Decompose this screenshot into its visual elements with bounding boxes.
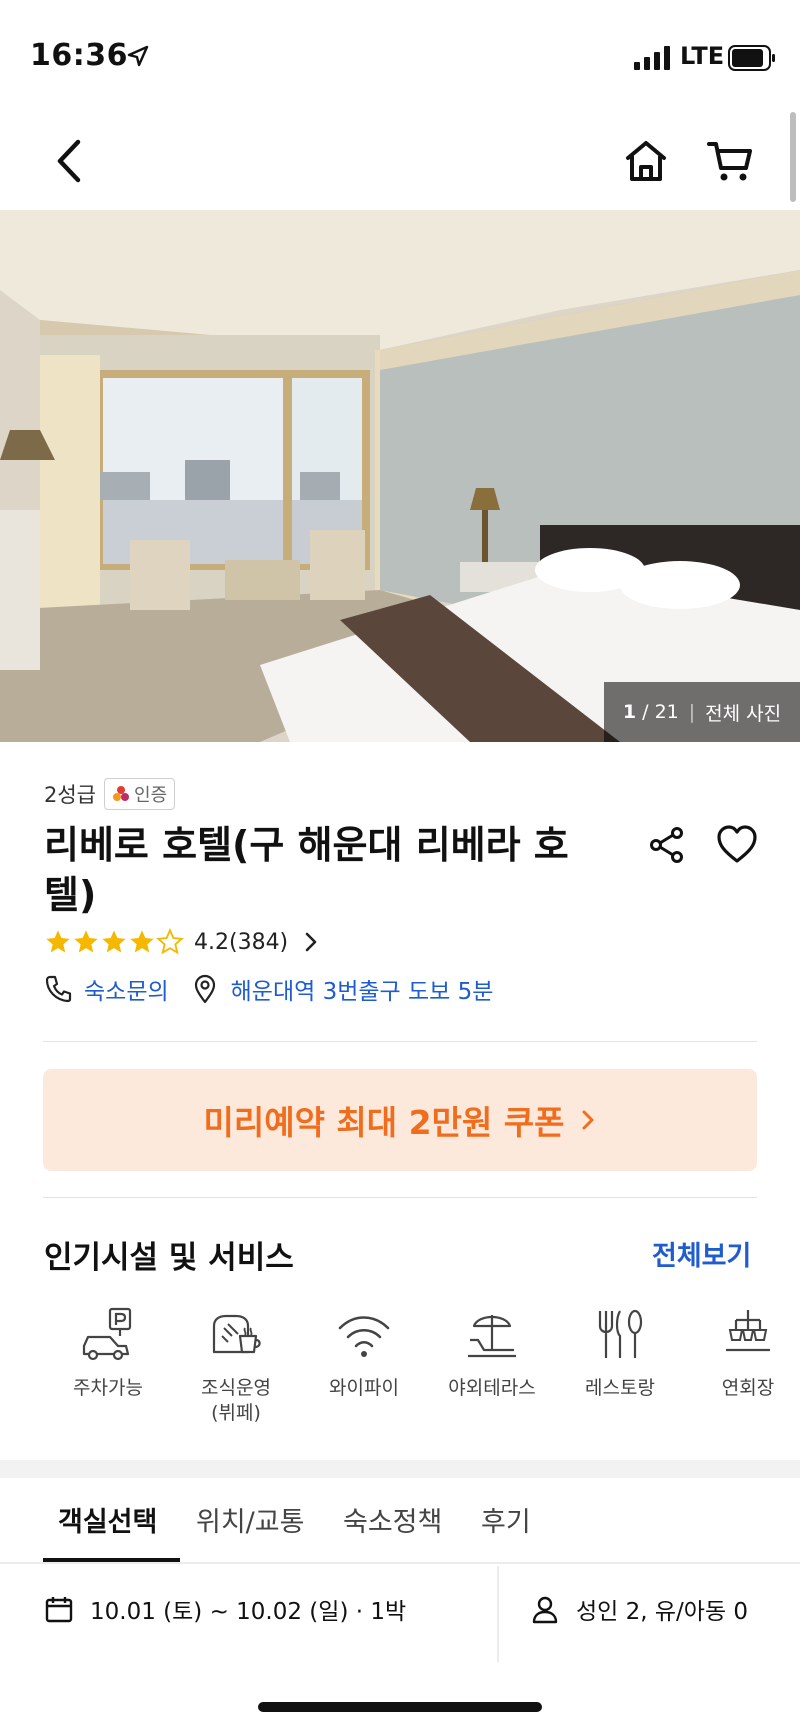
star-filled-icon [130, 930, 154, 953]
location-pin-icon [194, 974, 215, 1004]
total-photo-count: 21 [654, 701, 679, 723]
hotel-room-photo [0, 210, 800, 742]
cart-icon[interactable] [706, 136, 756, 186]
back-arrow-icon[interactable] [50, 136, 90, 186]
facilities-title: 인기시설 및 서비스 [44, 1240, 294, 1276]
facilities-list: 주차가능 조식운영 (뷔페) 와이파이 야외테라스 레스토랑 연회장 [44, 1306, 800, 1436]
share-icon[interactable] [646, 824, 688, 866]
contact-inquiry-link[interactable]: 숙소문의 [84, 972, 169, 1006]
contact-row: 숙소문의 해운대역 3번출구 도보 5분 [44, 972, 493, 1006]
section-divider [43, 1041, 757, 1042]
facility-item[interactable]: 레스토랑 [556, 1306, 684, 1436]
facility-label: 연회장 [721, 1377, 775, 1399]
scrollbar[interactable] [790, 112, 796, 202]
date-selector[interactable]: 10.01 (토) ~ 10.02 (일) · 1박 [44, 1592, 406, 1626]
person-icon [532, 1596, 558, 1624]
hotel-photo-gallery[interactable]: 1 / 21 | 전체 사진 [0, 210, 800, 742]
facility-item[interactable]: 조식운영 (뷔페) [172, 1306, 300, 1436]
tab-room-select[interactable]: 객실선택 [58, 1500, 157, 1539]
phone-icon [45, 975, 72, 1003]
tab-policy[interactable]: 숙소정책 [343, 1500, 442, 1539]
guest-selector[interactable]: 성인 2, 유/아동 0 [530, 1592, 748, 1626]
battery-icon [728, 45, 775, 71]
facility-item[interactable]: 연회장 [684, 1306, 800, 1436]
star-empty-icon [156, 928, 184, 955]
banquet-icon [726, 1310, 770, 1352]
facilities-view-all-link[interactable]: 전체보기 [652, 1234, 751, 1273]
tab-location[interactable]: 위치/교통 [196, 1500, 304, 1539]
facility-label: 레스토랑 [585, 1377, 655, 1399]
section-spacer [0, 1460, 800, 1478]
rating-row[interactable]: 4.2(384) [44, 928, 322, 956]
parking-icon [82, 1307, 132, 1361]
facility-label: 와이파이 [329, 1377, 399, 1399]
guest-count: 성인 2, 유/아동 0 [576, 1599, 749, 1625]
top-nav-bar [0, 110, 800, 210]
rating-score: 4.2(384) [194, 929, 289, 955]
current-photo-index: 1 [622, 701, 637, 723]
star-filled-icon [74, 930, 98, 953]
chevron-right-icon [582, 1110, 594, 1130]
coupon-banner[interactable]: 미리예약 최대 2만원 쿠폰 [43, 1069, 757, 1171]
active-tab-indicator [43, 1558, 180, 1562]
facility-label: 주차가능 [73, 1377, 143, 1399]
certification-label: 인증 [134, 785, 168, 806]
booking-bar: 10.01 (토) ~ 10.02 (일) · 1박 성인 2, 유/아동 0 [0, 1566, 800, 1662]
coupon-label: 미리예약 최대 2만원 쿠폰 [203, 1103, 565, 1142]
status-time: 16:36 [30, 38, 128, 73]
home-icon[interactable] [622, 136, 670, 186]
chevron-right-icon[interactable] [300, 929, 322, 955]
breakfast-icon [212, 1314, 261, 1354]
facility-item[interactable]: 야외테라스 [428, 1306, 556, 1436]
grade-row: 2성급 인증 [44, 778, 176, 810]
facility-label: 야외테라스 [448, 1377, 536, 1399]
date-range: 10.01 (토) ~ 10.02 (일) · 1박 [90, 1599, 407, 1625]
facility-item[interactable]: 와이파이 [300, 1306, 428, 1436]
restaurant-icon [598, 1309, 643, 1358]
certification-icon [113, 786, 130, 801]
network-type: LTE [680, 42, 725, 70]
detail-tabs: 객실선택 위치/교통 숙소정책 후기 [0, 1478, 800, 1564]
calendar-icon [45, 1597, 73, 1623]
facility-label: 조식운영 (뷔페) [201, 1377, 271, 1424]
star-grade: 2성급 [44, 783, 97, 807]
location-link[interactable]: 해운대역 3번출구 도보 5분 [231, 972, 494, 1006]
status-bar: 16:36 LTE [0, 0, 800, 100]
cellular-signal-icon [634, 46, 670, 70]
all-photos-link[interactable]: 전체 사진 [705, 699, 781, 726]
star-filled-icon [102, 930, 126, 953]
location-arrow-icon [127, 45, 149, 67]
star-rating [44, 928, 184, 956]
certification-badge: 인증 [104, 778, 176, 810]
booking-divider [497, 1566, 499, 1662]
heart-icon[interactable] [714, 822, 760, 868]
home-indicator[interactable] [258, 1702, 542, 1712]
photo-counter[interactable]: 1 / 21 | 전체 사진 [604, 682, 800, 742]
section-divider [43, 1197, 757, 1198]
tab-reviews[interactable]: 후기 [481, 1500, 531, 1539]
wifi-icon [338, 1316, 390, 1357]
terrace-icon [468, 1315, 516, 1358]
star-filled-icon [46, 930, 70, 953]
counter-separator: | [688, 701, 696, 723]
hotel-name: 리베로 호텔(구 해운대 리베라 호텔) [44, 823, 569, 917]
facility-item[interactable]: 주차가능 [44, 1306, 172, 1436]
